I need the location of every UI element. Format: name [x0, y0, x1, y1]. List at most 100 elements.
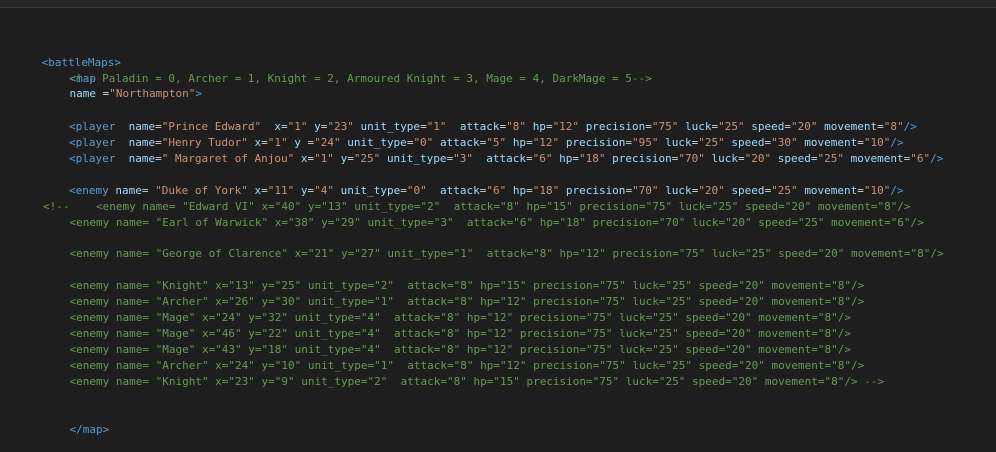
- attr-precision: precision: [565, 136, 626, 149]
- attr-name: name: [115, 184, 142, 197]
- map-close-line: </map>: [43, 407, 110, 436]
- value-y: "23": [327, 120, 354, 133]
- attr-name: name: [128, 136, 156, 149]
- value-movement: "10": [863, 136, 891, 149]
- attr-movement: movement: [804, 136, 858, 149]
- value-attack: "6": [486, 184, 507, 197]
- attr-speed: speed: [731, 184, 765, 197]
- value-attack: "8": [506, 120, 527, 133]
- attr-precision: precision: [565, 184, 626, 197]
- player-self-close: />: [890, 136, 904, 149]
- attr-attack: attack: [439, 136, 480, 149]
- attr-attack: attack: [459, 120, 500, 133]
- attr-unit-type: unit_type: [347, 136, 407, 149]
- player-line: <player name="Henry Tudor" x="1" y ="24"…: [69, 136, 904, 149]
- attr-unit-type: unit_type: [340, 184, 401, 197]
- attr-name: name: [128, 152, 156, 165]
- attr-hp: hp: [512, 184, 527, 197]
- value-hp: "12": [532, 136, 560, 149]
- value-unit-type: "3": [453, 152, 474, 165]
- value-x: "11": [267, 184, 295, 197]
- value-luck: "20": [698, 184, 725, 197]
- commented-enemy-line: <enemy name= "Knight" x="23" y="9" unit_…: [43, 375, 885, 388]
- value-hp: "12": [552, 120, 580, 133]
- commented-enemy-line: <enemy name= "Mage" x="24" y="32" unit_t…: [43, 311, 851, 324]
- value-movement: "10": [863, 184, 891, 197]
- value-hp: "18": [579, 152, 606, 165]
- player-self-close: />: [903, 120, 917, 133]
- value-precision: "95": [632, 136, 659, 149]
- attr-luck: luck: [665, 184, 692, 197]
- commented-enemy-line: <enemy name= "Archer" x="24" y="10" unit…: [43, 359, 865, 372]
- attr-speed: speed: [751, 120, 785, 133]
- value-x: "1": [287, 120, 308, 133]
- value-y: "24": [314, 136, 341, 149]
- value-hp: "18": [532, 184, 560, 197]
- value-attack: "6": [532, 152, 553, 165]
- attr-hp: hp: [532, 120, 546, 133]
- value-precision: "70": [632, 184, 659, 197]
- commented-enemy-line: <enemy name= "Mage" x="43" y="18" unit_t…: [43, 343, 851, 356]
- commented-enemy-line: <enemy name= "Archer" x="26" y="30" unit…: [43, 295, 865, 308]
- attr-name: name: [128, 120, 156, 133]
- value-unit-type: "1": [426, 120, 447, 133]
- value-unit-type: "0": [413, 136, 434, 149]
- value-precision: "75": [651, 120, 679, 133]
- commented-enemy-line: <enemy name= "George of Clarence" x="21"…: [43, 247, 944, 260]
- commented-enemy-line: <enemy name= "Mage" x="46" y="22" unit_t…: [43, 327, 851, 340]
- attr-precision: precision: [612, 152, 672, 165]
- root-open-line: <battleMaps>: [15, 40, 121, 69]
- value-x: "1": [267, 136, 288, 149]
- attr-movement: movement: [804, 184, 858, 197]
- attr-attack: attack: [486, 152, 527, 165]
- value-speed: "25": [817, 152, 845, 165]
- commented-enemy-line: <enemy name= "Earl of Warwick" x="38" y=…: [43, 216, 924, 229]
- attr-unit-type: unit_type: [386, 152, 447, 165]
- player-line: <player name="Prince Edward" x="1" y="23…: [69, 120, 917, 133]
- map-open-line: <map name ="Northampton">: [43, 56, 202, 100]
- player-open-tag: <player: [69, 152, 116, 165]
- player-open-tag: <player: [69, 120, 116, 133]
- attr-luck: luck: [685, 120, 712, 133]
- editor-top-border: [0, 0, 996, 8]
- attr-precision: precision: [585, 120, 646, 133]
- attr-luck: luck: [711, 152, 739, 165]
- value-y: "25": [353, 152, 381, 165]
- value-y: "4": [314, 184, 334, 197]
- map-close-tag: </map>: [69, 423, 110, 436]
- attr-attack: attack: [439, 184, 480, 197]
- value-x: "1": [314, 152, 334, 165]
- map-name-value: "Northampton": [109, 87, 196, 100]
- value-name: " Margaret of Anjou": [161, 152, 295, 165]
- attr-movement: movement: [824, 120, 878, 133]
- map-name-attr: name: [69, 87, 97, 100]
- value-name: "Prince Edward": [161, 120, 262, 133]
- attr-hp: hp: [512, 136, 527, 149]
- value-luck: "25": [718, 120, 745, 133]
- value-luck: "25": [698, 136, 725, 149]
- value-speed: "30": [771, 136, 798, 149]
- value-name: "Henry Tudor": [161, 136, 248, 149]
- value-movement: "6": [910, 152, 931, 165]
- commented-enemy-line: <!-- <enemy name= "Edward VI" x="40" y="…: [43, 200, 911, 213]
- player-line: <player name=" Margaret of Anjou" x="1" …: [69, 152, 944, 165]
- attr-x: x: [274, 120, 281, 133]
- code-editor[interactable]: <battleMaps> <map name ="Northampton"> <…: [0, 8, 996, 436]
- commented-enemy-line: <enemy name= "Knight" x="13" y="25" unit…: [43, 279, 865, 292]
- value-unit-type: "0": [406, 184, 427, 197]
- enemy-duke-of-york-line: <enemy name= "Duke of York" x="11" y="4"…: [69, 184, 904, 197]
- attr-y: y: [314, 120, 321, 133]
- player-self-close: />: [930, 152, 944, 165]
- enemy-self-close: />: [890, 184, 904, 197]
- value-movement: "8": [883, 120, 904, 133]
- map-close-bracket: >: [195, 87, 202, 100]
- attr-speed: speed: [731, 136, 765, 149]
- attr-unit-type: unit_type: [360, 120, 421, 133]
- value-attack: "5": [486, 136, 507, 149]
- value-name: "Duke of York": [155, 184, 248, 197]
- value-speed: "25": [771, 184, 798, 197]
- value-luck: "20": [744, 152, 772, 165]
- unit-type-legend-comment: <!-- Paladin = 0, Archer = 1, Knight = 2…: [69, 72, 652, 85]
- enemy-open-tag: <enemy: [69, 184, 109, 197]
- map-name-eq: =: [96, 87, 110, 100]
